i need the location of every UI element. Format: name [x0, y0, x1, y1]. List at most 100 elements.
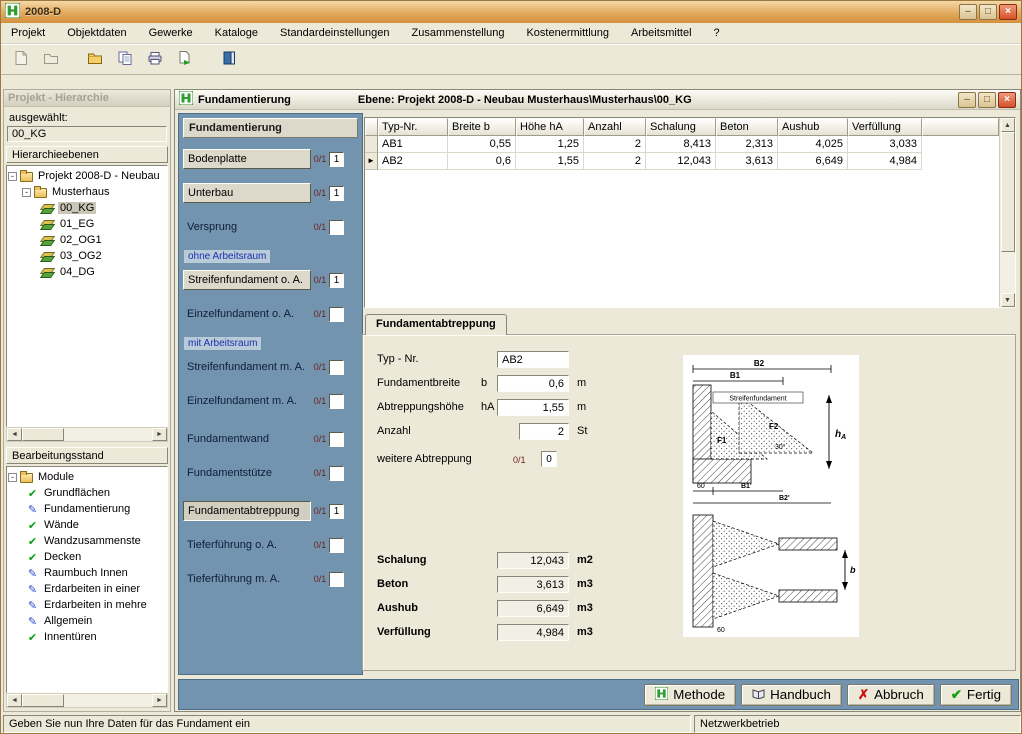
- copy-button[interactable]: [113, 47, 137, 71]
- sidebar-item-tieferfuehrung-oa[interactable]: Tieferführung o. A. 0/1: [183, 534, 358, 556]
- count-input[interactable]: [329, 273, 344, 288]
- methode-button[interactable]: Methode: [644, 684, 736, 706]
- item-label[interactable]: Fundamentstütze: [183, 464, 311, 482]
- row-selector[interactable]: [365, 136, 378, 153]
- sidebar-item-einzelfundament-oa[interactable]: Einzelfundament o. A. 0/1: [183, 303, 358, 325]
- tab-fundamentabtreppung[interactable]: Fundamentabtreppung: [365, 314, 507, 335]
- weitere-abtreppung-input[interactable]: [541, 451, 557, 467]
- sidebar-item-unterbau[interactable]: Unterbau 0/1: [183, 182, 358, 204]
- sidebar-item-streifenfundament-ma[interactable]: Streifenfundament m. A. 0/1: [183, 356, 358, 378]
- scrollbar-thumb[interactable]: [22, 694, 64, 707]
- tree-node-00-kg[interactable]: 00_KG: [8, 200, 166, 216]
- tree-node-musterhaus[interactable]: Musterhaus: [8, 184, 166, 200]
- tree-node-label[interactable]: 00_KG: [58, 202, 96, 214]
- fundamentbreite-input[interactable]: [497, 375, 569, 392]
- module-erdarbeiten-einer[interactable]: Erdarbeiten in einer: [8, 581, 166, 597]
- item-button[interactable]: Bodenplatte: [183, 149, 311, 169]
- module-waende[interactable]: Wände: [8, 517, 166, 533]
- module-decken[interactable]: Decken: [8, 549, 166, 565]
- module-wandzusammenstellung[interactable]: Wandzusammenste: [8, 533, 166, 549]
- count-input[interactable]: [329, 572, 344, 587]
- selected-row-marker-icon[interactable]: [365, 153, 378, 170]
- count-input[interactable]: [329, 360, 344, 375]
- menu-kostenermittlung[interactable]: Kostenermittlung: [524, 25, 611, 41]
- count-input[interactable]: [329, 432, 344, 447]
- table-row-ab1[interactable]: AB1 0,55 1,25 2 8,413 2,313 4,025 3,033: [365, 136, 999, 153]
- typ-field[interactable]: [497, 351, 569, 368]
- project-tree-hscrollbar[interactable]: [6, 427, 168, 442]
- tree-node-label[interactable]: Module: [36, 471, 76, 483]
- column-header-anzahl[interactable]: Anzahl: [584, 118, 646, 136]
- scroll-up-icon[interactable]: [1001, 118, 1015, 132]
- new-document-button[interactable]: [9, 47, 33, 71]
- module-grundflaechen[interactable]: Grundflächen: [8, 485, 166, 501]
- module-label[interactable]: Innentüren: [42, 631, 99, 643]
- sidebar-item-einzelfundament-ma[interactable]: Einzelfundament m. A. 0/1: [183, 390, 358, 412]
- handbuch-button[interactable]: Handbuch: [741, 684, 842, 706]
- count-input[interactable]: [329, 504, 344, 519]
- table-vscrollbar[interactable]: [999, 118, 1015, 307]
- item-label[interactable]: Einzelfundament m. A.: [183, 392, 311, 410]
- tree-node-label[interactable]: 03_OG2: [58, 250, 104, 262]
- count-input[interactable]: [329, 307, 344, 322]
- tree-node-02-og1[interactable]: 02_OG1: [8, 232, 166, 248]
- module-allgemein[interactable]: Allgemein: [8, 613, 166, 629]
- hierarchy-levels-header[interactable]: Hierarchieebenen: [6, 146, 168, 163]
- count-input[interactable]: [329, 538, 344, 553]
- module-label[interactable]: Grundflächen: [42, 487, 112, 499]
- module-raumbuch-innen[interactable]: Raumbuch Innen: [8, 565, 166, 581]
- module-label[interactable]: Erdarbeiten in einer: [42, 583, 142, 595]
- print-button[interactable]: [143, 47, 167, 71]
- tree-node-label[interactable]: 02_OG1: [58, 234, 104, 246]
- menu-arbeitsmittel[interactable]: Arbeitsmittel: [629, 25, 694, 41]
- column-header-schalung[interactable]: Schalung: [646, 118, 716, 136]
- menu-objektdaten[interactable]: Objektdaten: [65, 25, 128, 41]
- count-input[interactable]: [329, 186, 344, 201]
- item-label[interactable]: Fundamentwand: [183, 430, 311, 448]
- count-input[interactable]: [329, 220, 344, 235]
- tree-node-project[interactable]: Projekt 2008-D - Neubau: [8, 168, 166, 184]
- column-header-beton[interactable]: Beton: [716, 118, 778, 136]
- scrollbar-thumb[interactable]: [1001, 132, 1015, 252]
- column-header-aushub[interactable]: Aushub: [778, 118, 848, 136]
- tree-node-label[interactable]: 01_EG: [58, 218, 96, 230]
- module-label[interactable]: Fundamentierung: [42, 503, 132, 515]
- sidebar-item-fundamentabtreppung[interactable]: Fundamentabtreppung 0/1: [183, 500, 358, 522]
- scrollbar-thumb[interactable]: [22, 428, 64, 441]
- table-row-ab2-selected[interactable]: AB2 0,6 1,55 2 12,043 3,613 6,649 4,984: [365, 153, 999, 170]
- module-erdarbeiten-mehre[interactable]: Erdarbeiten in mehre: [8, 597, 166, 613]
- column-header-typ-nr[interactable]: Typ-Nr.: [378, 118, 448, 136]
- module-label[interactable]: Decken: [42, 551, 83, 563]
- tree-node-module[interactable]: Module: [8, 469, 166, 485]
- scroll-right-icon[interactable]: [152, 428, 167, 441]
- column-header-hoehe[interactable]: Höhe hA: [516, 118, 584, 136]
- module-innentueren[interactable]: Innentüren: [8, 629, 166, 645]
- progress-header[interactable]: Bearbeitungsstand: [6, 447, 168, 464]
- scroll-left-icon[interactable]: [7, 694, 22, 707]
- abbruch-button[interactable]: Abbruch: [847, 684, 935, 706]
- fertig-button[interactable]: Fertig: [940, 684, 1012, 706]
- collapse-icon[interactable]: [8, 172, 17, 181]
- export-button[interactable]: [173, 47, 197, 71]
- sidebar-item-versprung[interactable]: Versprung 0/1: [183, 216, 358, 238]
- maximize-button[interactable]: [979, 4, 997, 20]
- module-label[interactable]: Wandzusammenste: [42, 535, 143, 547]
- sidebar-item-fundamentstuetze[interactable]: Fundamentstütze 0/1: [183, 462, 358, 484]
- item-label[interactable]: Versprung: [183, 218, 311, 236]
- scroll-right-icon[interactable]: [152, 694, 167, 707]
- menu-standardeinstellungen[interactable]: Standardeinstellungen: [278, 25, 391, 41]
- module-label[interactable]: Allgemein: [42, 615, 94, 627]
- tree-node-03-og2[interactable]: 03_OG2: [8, 248, 166, 264]
- collapse-icon[interactable]: [22, 188, 31, 197]
- menu-gewerke[interactable]: Gewerke: [147, 25, 195, 41]
- close-button[interactable]: [999, 4, 1017, 20]
- menu-help[interactable]: ?: [712, 25, 722, 41]
- mdi-close-button[interactable]: [998, 92, 1016, 108]
- minimize-button[interactable]: [959, 4, 977, 20]
- mdi-minimize-button[interactable]: [958, 92, 976, 108]
- tree-node-01-eg[interactable]: 01_EG: [8, 216, 166, 232]
- tree-node-label[interactable]: Projekt 2008-D - Neubau: [36, 170, 162, 182]
- count-input[interactable]: [329, 152, 344, 167]
- mdi-restore-button[interactable]: [978, 92, 996, 108]
- menu-projekt[interactable]: Projekt: [9, 25, 47, 41]
